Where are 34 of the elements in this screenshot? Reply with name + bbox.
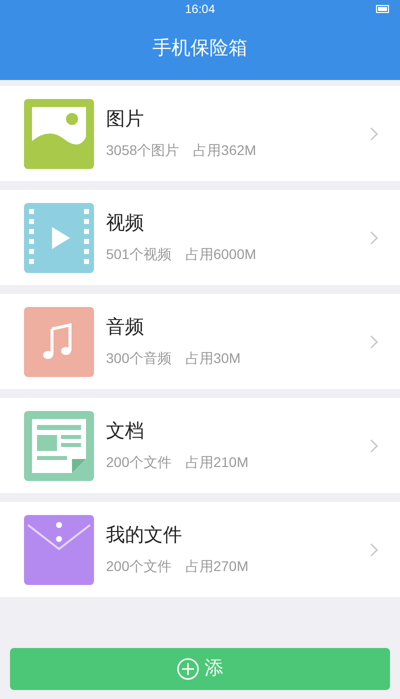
category-row[interactable]: 我的文件 200个文件 占用270M (0, 502, 400, 597)
chevron-right-icon (370, 334, 378, 348)
picture-icon (24, 98, 94, 168)
plus-circle-icon (176, 658, 198, 680)
item-count: 501个视频 (106, 245, 172, 264)
video-icon (24, 202, 94, 272)
category-row[interactable]: 视频 501个视频 占用6000M (0, 190, 400, 285)
envelope-folder-icon (24, 514, 94, 584)
page-title: 手机保险箱 (152, 36, 248, 61)
item-count: 3058个图片 (106, 141, 180, 160)
status-time: 16:04 (184, 1, 216, 18)
storage-usage: 占用6000M (185, 245, 256, 264)
storage-usage: 占用210M (185, 453, 248, 472)
storage-usage: 占用362M (193, 141, 256, 160)
category-name: 音频 (106, 316, 145, 340)
category-name: 图片 (106, 108, 145, 132)
item-count: 300个音频 (106, 349, 172, 368)
category-row[interactable]: 图片 3058个图片 占用362M (0, 86, 400, 181)
category-row[interactable]: 音频 300个音频 占用30M (0, 294, 400, 389)
storage-usage: 占用30M (185, 349, 241, 368)
chevron-right-icon (370, 438, 378, 452)
storage-usage: 占用270M (185, 557, 248, 576)
category-row[interactable]: 文档 200个文件 占用210M (0, 398, 400, 493)
category-name: 我的文件 (106, 524, 183, 548)
item-count: 200个文件 (106, 453, 172, 472)
music-note-icon (24, 306, 94, 376)
item-count: 200个文件 (106, 557, 172, 576)
chevron-right-icon (370, 126, 378, 140)
chevron-right-icon (370, 230, 378, 244)
category-name: 文档 (106, 420, 145, 444)
chevron-right-icon (370, 542, 378, 556)
category-name: 视频 (106, 212, 145, 236)
battery-icon (376, 5, 390, 13)
document-icon (24, 410, 94, 480)
